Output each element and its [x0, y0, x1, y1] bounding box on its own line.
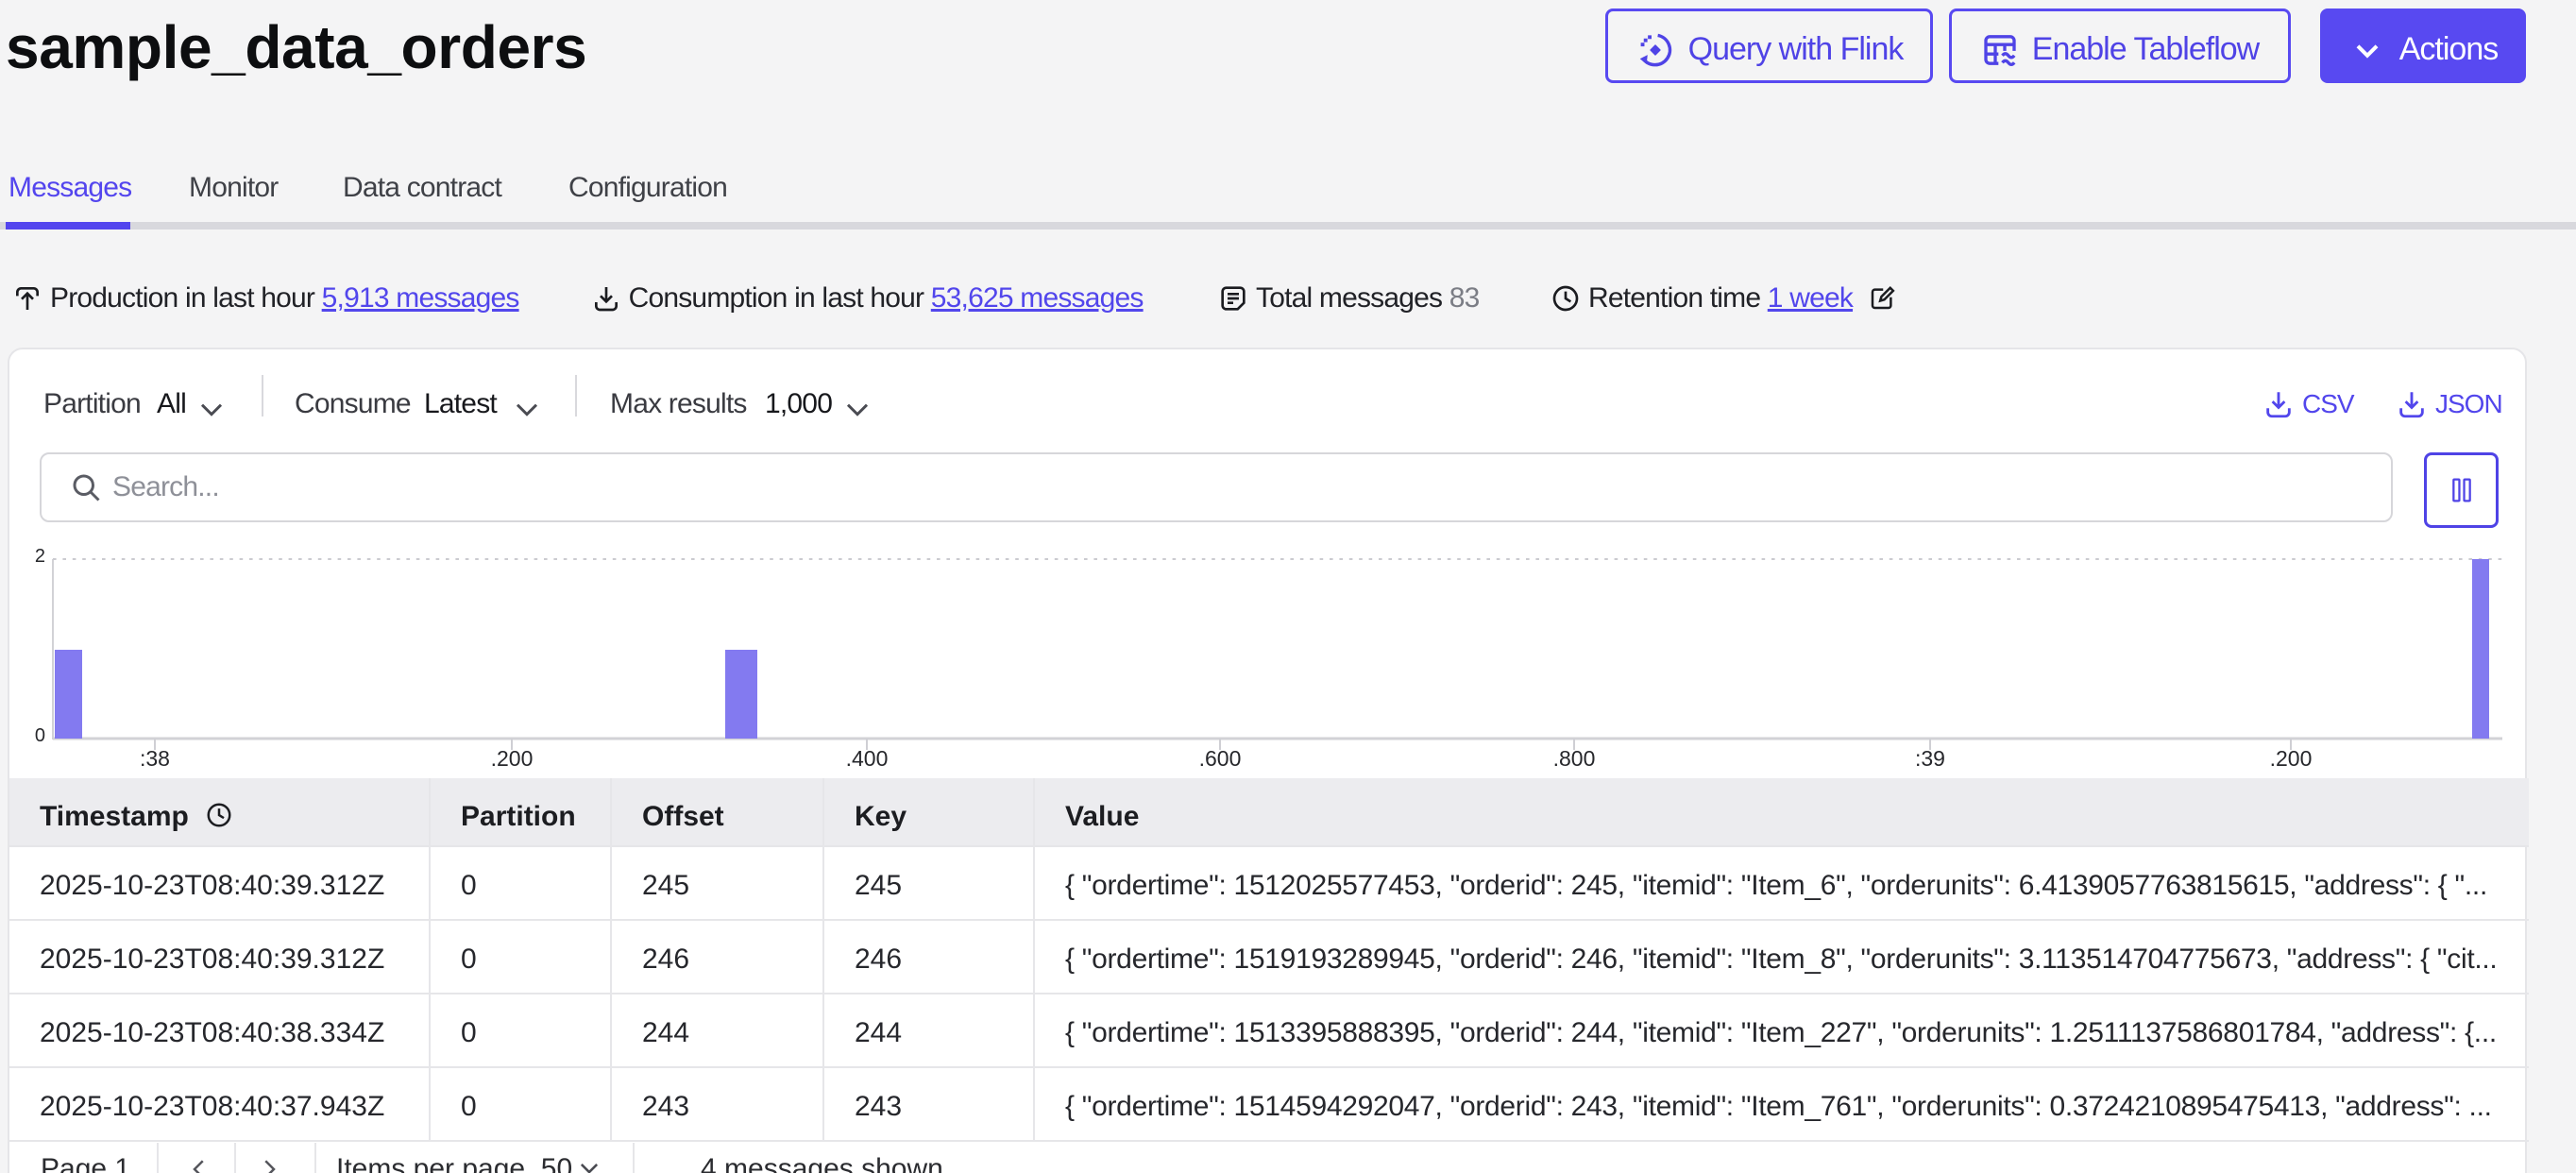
svg-text::38: :38	[140, 746, 170, 771]
svg-text:.600: .600	[1199, 746, 1242, 771]
svg-text:.200: .200	[2270, 746, 2313, 771]
svg-text:.200: .200	[491, 746, 534, 771]
svg-text::39: :39	[1915, 746, 1945, 771]
svg-text:.800: .800	[1553, 746, 1596, 771]
svg-text:0: 0	[35, 725, 45, 746]
svg-text:2: 2	[35, 546, 45, 567]
svg-text:.400: .400	[846, 746, 889, 771]
